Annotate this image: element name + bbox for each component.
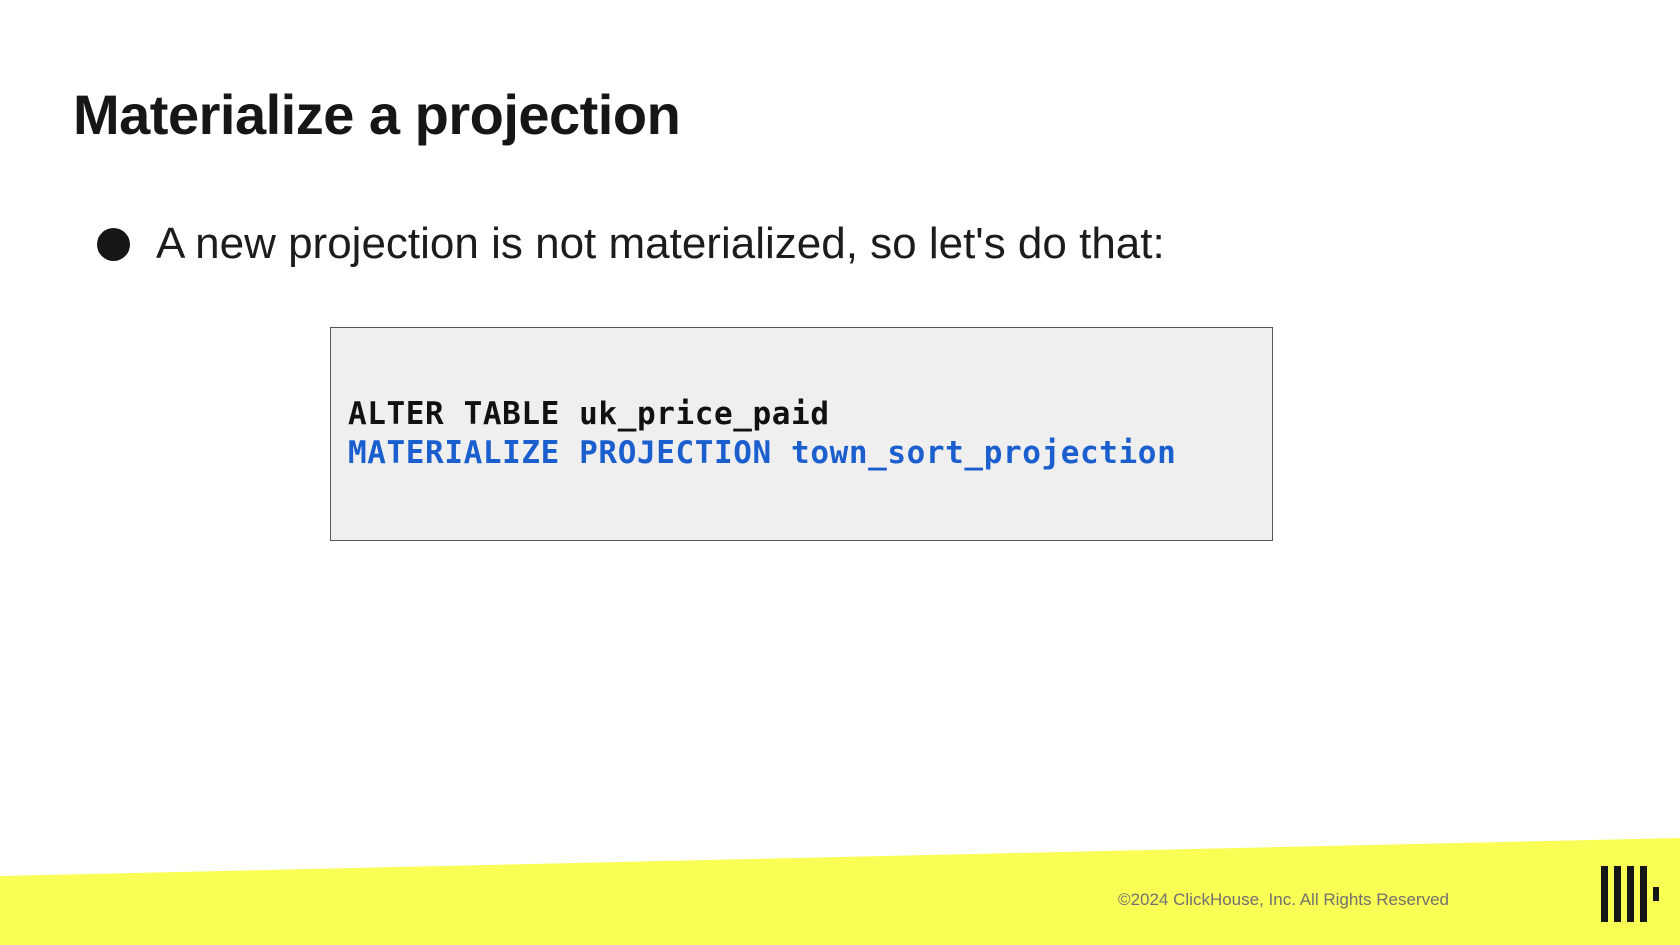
code-block: ALTER TABLE uk_price_paid MATERIALIZE PR… xyxy=(330,327,1273,541)
copyright-text: ©2024 ClickHouse, Inc. All Rights Reserv… xyxy=(1118,890,1449,909)
bullet-dot-icon xyxy=(97,227,130,261)
slide-title: Materialize a projection xyxy=(73,83,681,146)
slide: Materialize a projection A new projectio… xyxy=(0,0,1680,945)
code-line-materialize: MATERIALIZE PROJECTION town_sort_project… xyxy=(348,435,1177,471)
code-line-alter-table: ALTER TABLE uk_price_paid xyxy=(348,396,830,432)
bullet-text: A new projection is not materialized, so… xyxy=(156,219,1165,268)
clickhouse-logo-icon xyxy=(1601,866,1659,922)
bullet-item: A new projection is not materialized, so… xyxy=(97,216,1165,272)
